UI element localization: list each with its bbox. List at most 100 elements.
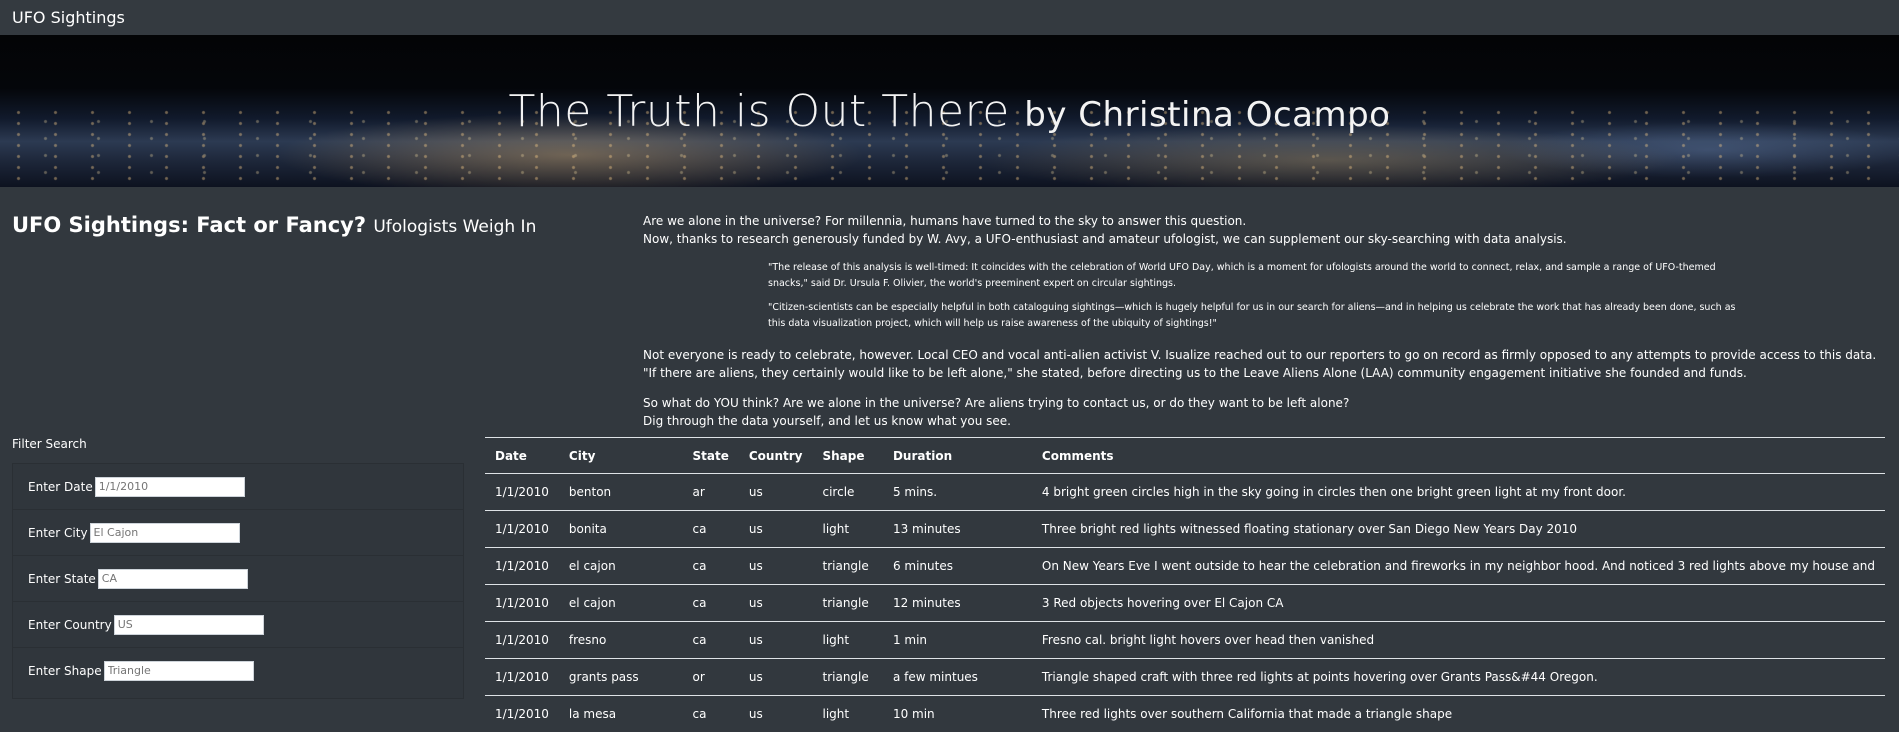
shape-label: Enter Shape (28, 664, 102, 678)
cell-shape: triangle (813, 585, 883, 622)
country-input[interactable] (114, 615, 264, 635)
table-row: 1/1/2010 grants pass or us triangle a fe… (485, 659, 1885, 696)
cell-state: ca (683, 585, 739, 622)
header-comments: Comments (1032, 438, 1885, 474)
date-input[interactable] (95, 477, 245, 497)
table-row: 1/1/2010 el cajon ca us triangle 6 minut… (485, 548, 1885, 585)
cell-shape: circle (813, 474, 883, 511)
cell-country: us (739, 585, 813, 622)
cell-duration: 5 mins. (883, 474, 1032, 511)
cell-country: us (739, 474, 813, 511)
cell-duration: a few mintues (883, 659, 1032, 696)
hero-byline: by Christina Ocampo (1024, 95, 1390, 135)
cell-duration: 10 min (883, 696, 1032, 732)
header-date: Date (485, 438, 559, 474)
date-label: Enter Date (28, 480, 93, 494)
cell-comments: 4 bright green circles high in the sky g… (1032, 474, 1885, 511)
filter-date-row: Enter Date (13, 464, 463, 510)
cell-city: grants pass (559, 659, 683, 696)
cell-country: us (739, 696, 813, 732)
cell-date: 1/1/2010 (485, 659, 559, 696)
filter-form: Enter Date Enter City Enter State Enter … (12, 463, 464, 699)
hero-title-text: The Truth is Out There (509, 86, 1010, 137)
article-title: UFO Sightings: Fact or Fancy? (12, 213, 366, 237)
article-body: Are we alone in the universe? For millen… (643, 212, 1883, 442)
isualize-paragraph: Not everyone is ready to celebrate, howe… (643, 346, 1883, 382)
state-input[interactable] (98, 569, 248, 589)
cell-city: el cajon (559, 548, 683, 585)
table-row: 1/1/2010 el cajon ca us triangle 12 minu… (485, 585, 1885, 622)
city-label: Enter City (28, 526, 88, 540)
hero-banner: The Truth is Out There by Christina Ocam… (0, 35, 1899, 187)
cell-comments: Three bright red lights witnessed floati… (1032, 511, 1885, 548)
table-header-row: Date City State Country Shape Duration C… (485, 438, 1885, 474)
city-input[interactable] (90, 523, 240, 543)
cell-country: us (739, 659, 813, 696)
quote-olivier: "The release of this analysis is well-ti… (768, 260, 1748, 292)
table-row: 1/1/2010 bonita ca us light 13 minutes T… (485, 511, 1885, 548)
filter-shape-row: Enter Shape (13, 648, 463, 693)
cell-state: ar (683, 474, 739, 511)
country-label: Enter Country (28, 618, 112, 632)
cell-state: ca (683, 622, 739, 659)
main-content: UFO Sightings: Fact or Fancy? Ufologists… (0, 187, 1899, 729)
cell-comments: On New Years Eve I went outside to hear … (1032, 548, 1885, 585)
table-row: 1/1/2010 benton ar us circle 5 mins. 4 b… (485, 474, 1885, 511)
article-heading: UFO Sightings: Fact or Fancy? Ufologists… (12, 213, 536, 237)
cell-state: or (683, 659, 739, 696)
cell-state: ca (683, 511, 739, 548)
closing-line-1: So what do YOU think? Are we alone in th… (643, 396, 1349, 410)
hero-title: The Truth is Out There by Christina Ocam… (509, 86, 1391, 137)
article-subtitle: Ufologists Weigh In (373, 217, 536, 237)
cell-shape: triangle (813, 659, 883, 696)
cell-country: us (739, 548, 813, 585)
cell-comments: Fresno cal. bright light hovers over hea… (1032, 622, 1885, 659)
state-label: Enter State (28, 572, 96, 586)
cell-shape: light (813, 696, 883, 732)
cell-comments: 3 Red objects hovering over El Cajon CA (1032, 585, 1885, 622)
cell-date: 1/1/2010 (485, 585, 559, 622)
cell-shape: light (813, 511, 883, 548)
filter-search-title: Filter Search (12, 437, 87, 451)
cell-shape: triangle (813, 548, 883, 585)
table-row: 1/1/2010 fresno ca us light 1 min Fresno… (485, 622, 1885, 659)
cell-city: fresno (559, 622, 683, 659)
cell-city: benton (559, 474, 683, 511)
sightings-table-container: Date City State Country Shape Duration C… (485, 437, 1885, 732)
quote-citizen-scientists: "Citizen-scientists can be especially he… (768, 300, 1748, 332)
cell-city: la mesa (559, 696, 683, 732)
cell-date: 1/1/2010 (485, 511, 559, 548)
intro-line-2: Now, thanks to research generously funde… (643, 232, 1567, 246)
header-duration: Duration (883, 438, 1032, 474)
shape-input[interactable] (104, 661, 254, 681)
filter-city-row: Enter City (13, 510, 463, 556)
table-row: 1/1/2010 la mesa ca us light 10 min Thre… (485, 696, 1885, 732)
cell-country: us (739, 511, 813, 548)
intro-line-1: Are we alone in the universe? For millen… (643, 214, 1246, 228)
cell-date: 1/1/2010 (485, 622, 559, 659)
cell-duration: 13 minutes (883, 511, 1032, 548)
cell-state: ca (683, 548, 739, 585)
cell-state: ca (683, 696, 739, 732)
header-city: City (559, 438, 683, 474)
filter-state-row: Enter State (13, 556, 463, 602)
sightings-table: Date City State Country Shape Duration C… (485, 437, 1885, 732)
filter-country-row: Enter Country (13, 602, 463, 648)
header-shape: Shape (813, 438, 883, 474)
closing-line-2: Dig through the data yourself, and let u… (643, 414, 1011, 428)
cell-duration: 1 min (883, 622, 1032, 659)
intro-paragraph: Are we alone in the universe? For millen… (643, 212, 1883, 248)
cell-country: us (739, 622, 813, 659)
cell-city: bonita (559, 511, 683, 548)
cell-city: el cajon (559, 585, 683, 622)
cell-date: 1/1/2010 (485, 696, 559, 732)
closing-paragraph: So what do YOU think? Are we alone in th… (643, 394, 1883, 430)
cell-shape: light (813, 622, 883, 659)
cell-duration: 12 minutes (883, 585, 1032, 622)
cell-duration: 6 minutes (883, 548, 1032, 585)
header-country: Country (739, 438, 813, 474)
cell-date: 1/1/2010 (485, 548, 559, 585)
navbar-brand[interactable]: UFO Sightings (12, 8, 125, 27)
cell-comments: Three red lights over southern Californi… (1032, 696, 1885, 732)
cell-comments: Triangle shaped craft with three red lig… (1032, 659, 1885, 696)
